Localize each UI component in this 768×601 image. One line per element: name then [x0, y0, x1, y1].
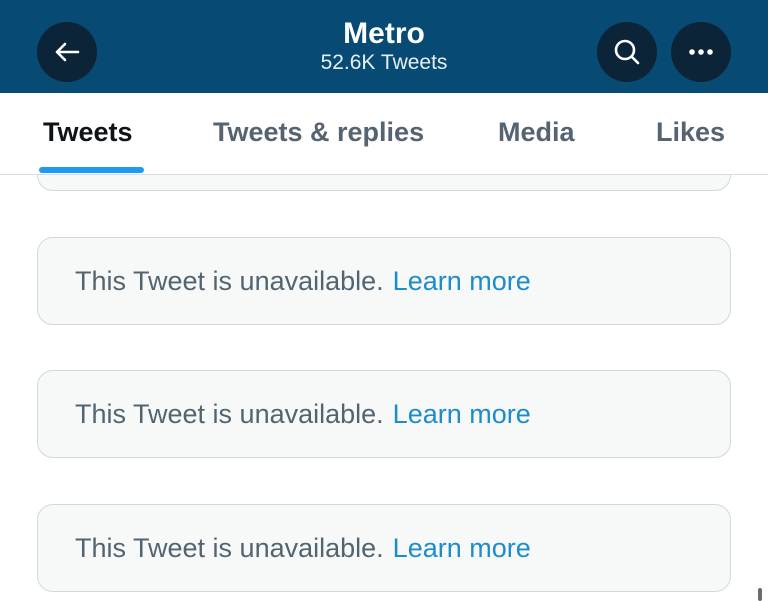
- profile-header: Metro 52.6K Tweets: [0, 0, 768, 93]
- unavailable-message: This Tweet is unavailable.: [75, 532, 384, 563]
- learn-more-link[interactable]: Learn more: [393, 533, 531, 564]
- tab-likes[interactable]: Likes: [656, 117, 725, 148]
- more-horizontal-icon: [688, 48, 714, 56]
- unavailable-tweet-card: This Tweet is unavailable. Learn more: [37, 370, 731, 458]
- tab-tweets-replies[interactable]: Tweets & replies: [213, 117, 424, 148]
- unavailable-tweet-card: This Tweet is unavailable. Learn more: [37, 237, 731, 325]
- profile-tabs: Tweets Tweets & replies Media Likes: [0, 93, 768, 175]
- back-button[interactable]: [37, 22, 97, 82]
- tweet-count: 52.6K Tweets: [320, 51, 448, 74]
- tab-media[interactable]: Media: [498, 117, 575, 148]
- more-options-button[interactable]: [671, 22, 731, 82]
- scrollbar-thumb[interactable]: [758, 588, 762, 601]
- page-title: Metro: [343, 17, 425, 50]
- tab-tweets[interactable]: Tweets: [43, 117, 133, 148]
- unavailable-message: This Tweet is unavailable.: [75, 398, 384, 429]
- learn-more-link[interactable]: Learn more: [393, 399, 531, 430]
- search-button[interactable]: [597, 22, 657, 82]
- unavailable-tweet-card: This Tweet is unavailable. Learn more: [37, 504, 731, 592]
- arrow-left-icon: [54, 41, 80, 63]
- learn-more-link[interactable]: Learn more: [393, 266, 531, 297]
- unavailable-message: This Tweet is unavailable.: [75, 265, 384, 296]
- search-icon: [613, 38, 641, 66]
- active-tab-indicator: [39, 167, 144, 173]
- header-title-block: Metro 52.6K Tweets: [234, 17, 534, 75]
